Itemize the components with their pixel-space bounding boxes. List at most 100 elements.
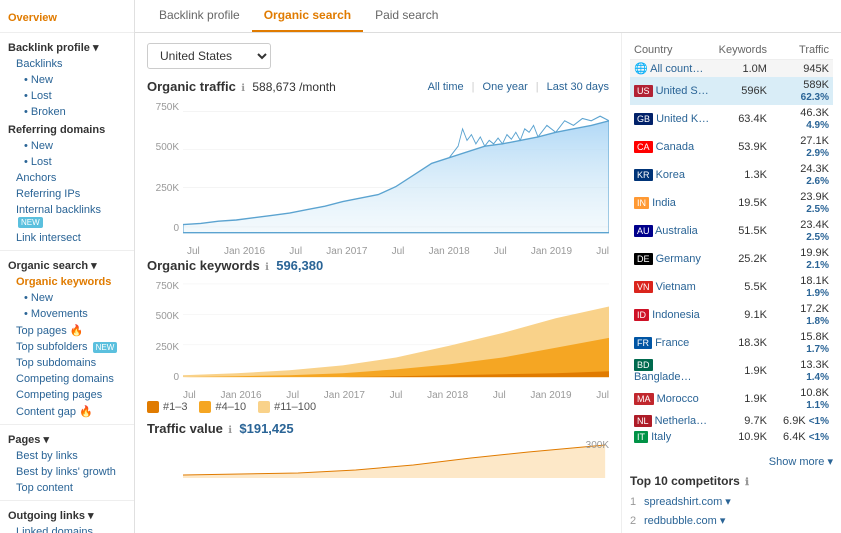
country-de-traffic: 19.9K 2.1%	[771, 245, 833, 273]
country-gb-traffic: 46.3K 4.9%	[771, 105, 833, 133]
competitors-info: ℹ	[745, 477, 749, 488]
legend-label-11-100: #11–100	[274, 401, 316, 413]
country-au-name[interactable]: AU Australia	[630, 217, 715, 245]
country-nl-keywords: 9.7K	[715, 413, 771, 429]
sidebar-internal-backlinks[interactable]: Internal backlinks NEW	[0, 202, 134, 230]
organic-keywords-title-wrap: Organic keywords ℹ 596,380	[147, 258, 323, 273]
country-bd-traffic: 13.3K 1.4%	[771, 357, 833, 385]
tv-chart-label: 300K	[586, 440, 609, 451]
country-in-keywords: 19.5K	[715, 189, 771, 217]
country-select[interactable]: United States United Kingdom Canada Aust…	[147, 43, 271, 69]
right-panel: Country Keywords Traffic 🌐 All count… 1.…	[621, 33, 841, 533]
filter-last-30[interactable]: Last 30 days	[547, 81, 609, 93]
sidebar-ref-lost[interactable]: Lost	[0, 154, 134, 170]
country-id-name[interactable]: ID Indonesia	[630, 301, 715, 329]
legend-1-3: #1–3	[147, 401, 187, 413]
sidebar-content-gap[interactable]: Content gap 🔥	[0, 403, 134, 420]
sidebar-organic-movements[interactable]: Movements	[0, 306, 134, 322]
kx-label-jul: Jul	[183, 390, 196, 401]
show-more-countries[interactable]: Show more ▾	[630, 455, 833, 468]
sidebar-backlinks[interactable]: Backlinks	[0, 56, 134, 72]
sidebar-outgoing-links[interactable]: Outgoing links ▾	[0, 505, 134, 524]
sidebar-organic-search[interactable]: Organic search ▾	[0, 255, 134, 274]
country-ca-keywords: 53.9K	[715, 133, 771, 161]
sidebar-top-content[interactable]: Top content	[0, 480, 134, 496]
sidebar-anchors[interactable]: Anchors	[0, 170, 134, 186]
country-in-traffic: 23.9K 2.5%	[771, 189, 833, 217]
table-row-in: IN India 19.5K 23.9K 2.5%	[630, 189, 833, 217]
country-ma-keywords: 1.9K	[715, 385, 771, 413]
organic-keywords-header: Organic keywords ℹ 596,380	[147, 258, 609, 273]
sidebar-backlink-profile[interactable]: Backlink profile ▾	[0, 37, 134, 56]
country-in-name[interactable]: IN India	[630, 189, 715, 217]
sidebar-organic-keywords[interactable]: Organic keywords	[0, 274, 134, 290]
competitor-2: 2 redbubble.com ▾	[630, 511, 833, 530]
country-ma-traffic: 10.8K 1.1%	[771, 385, 833, 413]
country-nl-name[interactable]: NL Netherla…	[630, 413, 715, 429]
sidebar-top-subdomains[interactable]: Top subdomains	[0, 355, 134, 371]
kx-label-jan16: Jan 2016	[220, 390, 261, 401]
legend-color-1-3	[147, 401, 159, 413]
sidebar-broken[interactable]: Broken	[0, 104, 134, 120]
competitor-name-1[interactable]: spreadshirt.com ▾	[644, 495, 833, 508]
ky-label-500k: 500K	[147, 311, 179, 322]
filter-all-time[interactable]: All time	[428, 81, 464, 93]
sidebar-best-by-links-growth[interactable]: Best by links' growth	[0, 464, 134, 480]
ky-label-0: 0	[147, 372, 179, 383]
sidebar-top-subfolders[interactable]: Top subfolders NEW	[0, 339, 134, 355]
sidebar-best-by-links[interactable]: Best by links	[0, 448, 134, 464]
sidebar-competing-pages[interactable]: Competing pages	[0, 387, 134, 403]
sidebar-new[interactable]: New	[0, 72, 134, 88]
sidebar-overview[interactable]: Overview	[0, 8, 134, 28]
sidebar-top-pages[interactable]: Top pages 🔥	[0, 322, 134, 339]
sidebar-linked-domains[interactable]: Linked domains	[0, 524, 134, 533]
legend-4-10: #4–10	[199, 401, 246, 413]
traffic-value-header: Traffic value ℹ $191,425	[147, 421, 609, 436]
table-row-vn: VN Vietnam 5.5K 18.1K 1.9%	[630, 273, 833, 301]
legend-11-100: #11–100	[258, 401, 316, 413]
kx-label-jul18: Jul	[493, 390, 506, 401]
competitor-name-2[interactable]: redbubble.com ▾	[644, 514, 833, 527]
tab-paid-search[interactable]: Paid search	[363, 0, 450, 32]
organic-traffic-label: Organic traffic	[147, 79, 236, 94]
country-bd-keywords: 1.9K	[715, 357, 771, 385]
country-kr-name[interactable]: KR Korea	[630, 161, 715, 189]
country-vn-name[interactable]: VN Vietnam	[630, 273, 715, 301]
keywords-chart-container: 750K 500K 250K 0	[147, 279, 609, 399]
country-kr-traffic: 24.3K 2.6%	[771, 161, 833, 189]
sidebar-lost[interactable]: Lost	[0, 88, 134, 104]
sidebar-ref-new[interactable]: New	[0, 138, 134, 154]
country-ca-name[interactable]: CA Canada	[630, 133, 715, 161]
country-fr-name[interactable]: FR France	[630, 329, 715, 357]
sidebar-referring-domains[interactable]: Referring domains	[0, 120, 134, 138]
country-us-name[interactable]: US United S…	[630, 77, 715, 105]
table-row-it: IT Italy 10.9K 6.4K <1%	[630, 429, 833, 445]
table-row-ma: MA Morocco 1.9K 10.8K 1.1%	[630, 385, 833, 413]
sidebar-organic-new[interactable]: New	[0, 290, 134, 306]
sidebar-referring-ips[interactable]: Referring IPs	[0, 186, 134, 202]
country-au-traffic: 23.4K 2.5%	[771, 217, 833, 245]
country-kr-keywords: 1.3K	[715, 161, 771, 189]
country-gb-name[interactable]: GB United K…	[630, 105, 715, 133]
filter-one-year[interactable]: One year	[483, 81, 528, 93]
kx-label-jul16: Jul	[286, 390, 299, 401]
sidebar-competing-domains[interactable]: Competing domains	[0, 371, 134, 387]
country-all-name[interactable]: 🌐 All count…	[630, 60, 715, 78]
ky-label-750k: 750K	[147, 281, 179, 292]
tab-organic-search[interactable]: Organic search	[252, 0, 363, 32]
organic-keywords-value: 596,380	[276, 258, 323, 273]
sidebar-pages[interactable]: Pages ▾	[0, 429, 134, 448]
country-ma-name[interactable]: MA Morocco	[630, 385, 715, 413]
country-all-traffic: 945K	[771, 60, 833, 78]
country-de-name[interactable]: DE Germany	[630, 245, 715, 273]
table-row-nl: NL Netherla… 9.7K 6.9K <1%	[630, 413, 833, 429]
tab-backlink-profile[interactable]: Backlink profile	[147, 0, 252, 32]
country-bd-name[interactable]: BD Banglade…	[630, 357, 715, 385]
competitor-num-2: 2	[630, 515, 644, 527]
country-it-name[interactable]: IT Italy	[630, 429, 715, 445]
col-country: Country	[630, 41, 715, 60]
legend-label-1-3: #1–3	[163, 401, 187, 413]
kx-label-jan18: Jan 2018	[427, 390, 468, 401]
table-row-de: DE Germany 25.2K 19.9K 2.1%	[630, 245, 833, 273]
sidebar-link-intersect[interactable]: Link intersect	[0, 230, 134, 246]
